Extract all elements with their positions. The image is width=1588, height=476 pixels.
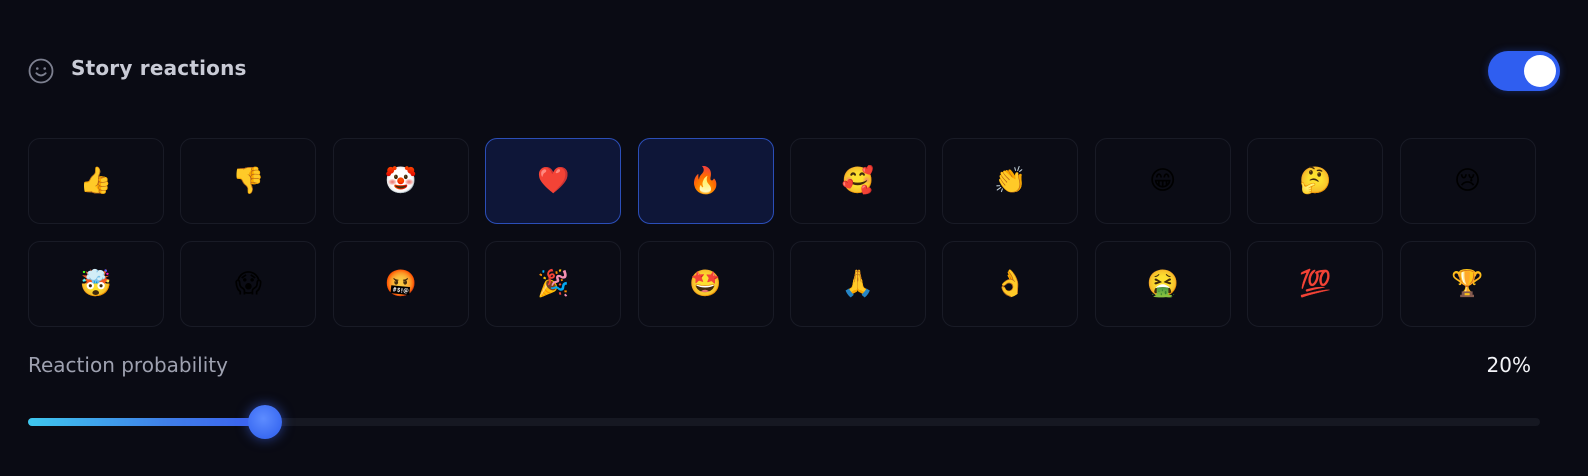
slider-fill xyxy=(28,418,266,426)
section-title: Story reactions xyxy=(71,56,247,80)
toggle-knob xyxy=(1524,55,1556,87)
thumbs-up-emoji: 👍 xyxy=(79,166,113,196)
probability-label: Reaction probability xyxy=(28,353,228,377)
reaction-tile-smiling-with-hearts[interactable]: 🥰 xyxy=(789,138,926,224)
trophy-emoji: 🏆 xyxy=(1451,269,1484,299)
party-popper-emoji: 🎉 xyxy=(536,269,570,299)
reaction-tile-scream[interactable]: 😱 xyxy=(180,241,317,327)
reaction-tile-mind-blown[interactable]: 🤯 xyxy=(28,241,164,327)
reaction-tile-star-struck[interactable]: 🤩 xyxy=(637,241,774,327)
section-header: Story reactions xyxy=(28,50,1560,91)
thinking-emoji: 🤔 xyxy=(1298,166,1332,196)
reaction-tile-folded-hands[interactable]: 🙏 xyxy=(789,241,926,327)
reaction-tile-hundred[interactable]: 💯 xyxy=(1247,241,1384,327)
reaction-tile-grin[interactable]: 😁 xyxy=(1094,138,1231,224)
probability-value: 20% xyxy=(1486,353,1531,377)
reaction-tile-thumbs-up[interactable]: 👍 xyxy=(28,138,164,224)
vomiting-emoji: 🤮 xyxy=(1146,269,1179,299)
reaction-tile-party-popper[interactable]: 🎉 xyxy=(485,241,622,327)
hundred-emoji: 💯 xyxy=(1298,269,1332,299)
reaction-tile-heart[interactable]: ❤️ xyxy=(485,138,622,224)
ok-hand-emoji: 👌 xyxy=(994,269,1027,299)
reaction-tile-clown[interactable]: 🤡 xyxy=(332,138,469,224)
story-reactions-toggle[interactable] xyxy=(1488,51,1560,91)
crying-emoji: 😢 xyxy=(1453,166,1482,196)
reaction-tile-thumbs-down[interactable]: 👎 xyxy=(180,138,317,224)
thumbs-down-emoji: 👎 xyxy=(232,166,265,196)
heart-emoji: ❤️ xyxy=(536,166,570,196)
reaction-tile-clap[interactable]: 👏 xyxy=(942,138,1079,224)
clown-emoji: 🤡 xyxy=(384,166,417,196)
cursing-emoji: 🤬 xyxy=(384,269,417,299)
mind-blown-emoji: 🤯 xyxy=(79,269,113,299)
probability-slider[interactable] xyxy=(28,405,1540,439)
grin-emoji: 😁 xyxy=(1149,166,1177,196)
reaction-tile-trophy[interactable]: 🏆 xyxy=(1399,241,1536,327)
folded-hands-emoji: 🙏 xyxy=(841,269,875,299)
reaction-tile-crying[interactable]: 😢 xyxy=(1399,138,1536,224)
reaction-tile-cursing[interactable]: 🤬 xyxy=(332,241,469,327)
fire-emoji: 🔥 xyxy=(689,166,722,196)
story-reactions-panel: Story reactions 👍 👎 🤡 ❤️ 🔥 🥰 👏 😁 🤔 😢 🤯 😱 🤬 🎉 🤩 🙏 👌 🤮 💯 🏆 Re… xyxy=(0,0,1588,476)
star-struck-emoji: 🤩 xyxy=(689,269,722,299)
reaction-tile-fire[interactable]: 🔥 xyxy=(637,138,774,224)
reaction-grid: 👍 👎 🤡 ❤️ 🔥 🥰 👏 😁 🤔 😢 🤯 😱 🤬 🎉 🤩 🙏 👌 🤮 💯 🏆 xyxy=(28,138,1540,328)
slider-thumb[interactable] xyxy=(248,405,283,439)
reaction-tile-thinking[interactable]: 🤔 xyxy=(1247,138,1384,224)
smiling-with-hearts-emoji: 🥰 xyxy=(841,166,875,196)
reaction-tile-ok-hand[interactable]: 👌 xyxy=(942,241,1079,327)
smile-icon xyxy=(28,58,54,84)
scream-emoji: 😱 xyxy=(234,269,262,299)
reaction-tile-vomiting[interactable]: 🤮 xyxy=(1094,241,1231,327)
clap-emoji: 👏 xyxy=(994,166,1027,196)
